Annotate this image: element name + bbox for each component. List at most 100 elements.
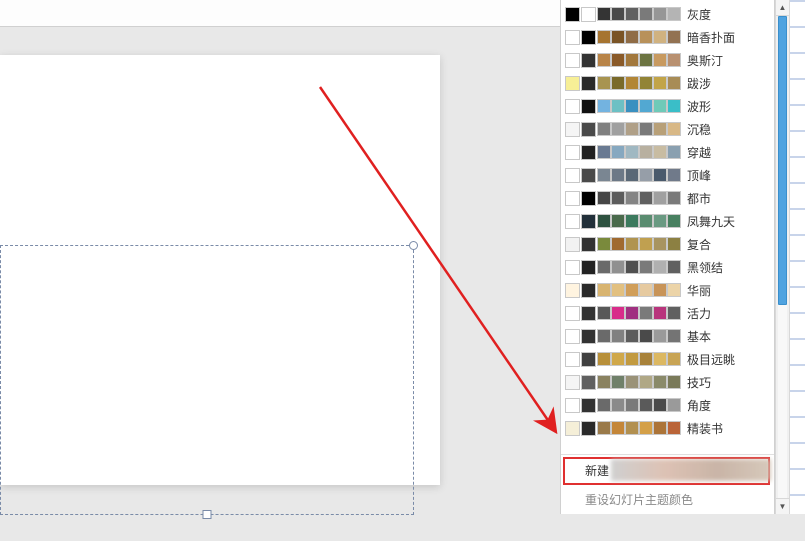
theme-label: 顶峰 (687, 167, 711, 184)
color-swatch (581, 283, 596, 298)
theme-row[interactable]: 基本 (565, 326, 770, 347)
theme-row[interactable]: 都市 (565, 188, 770, 209)
scroll-track[interactable] (778, 16, 787, 498)
theme-row[interactable]: 灰度 (565, 4, 770, 25)
color-swatch (667, 214, 681, 228)
color-swatch (667, 145, 681, 159)
theme-label: 波形 (687, 98, 711, 115)
color-swatch (667, 122, 681, 136)
theme-row[interactable]: 角度 (565, 395, 770, 416)
color-swatch (565, 76, 580, 91)
theme-row[interactable]: 精装书 (565, 418, 770, 439)
color-swatch (625, 53, 639, 67)
theme-row[interactable]: 顶峰 (565, 165, 770, 186)
color-swatch (639, 352, 653, 366)
color-swatch (565, 191, 580, 206)
color-swatch (653, 306, 667, 320)
color-swatch (597, 214, 611, 228)
theme-label: 穿越 (687, 144, 711, 161)
theme-row[interactable]: 华丽 (565, 280, 770, 301)
color-swatch (667, 30, 681, 44)
color-swatch (597, 7, 611, 21)
color-swatch (667, 237, 681, 251)
swatch-group (565, 30, 681, 45)
color-swatch (653, 214, 667, 228)
color-swatch (667, 306, 681, 320)
theme-row[interactable]: 穿越 (565, 142, 770, 163)
swatch-group (565, 306, 681, 321)
color-swatch (653, 122, 667, 136)
resize-handle-top-right[interactable] (409, 241, 418, 250)
color-swatch (639, 306, 653, 320)
color-swatch (581, 122, 596, 137)
color-swatch (667, 7, 681, 21)
color-swatch (625, 421, 639, 435)
theme-row[interactable]: 跋涉 (565, 73, 770, 94)
scroll-down-arrow[interactable]: ▼ (776, 498, 789, 514)
color-swatch (667, 375, 681, 389)
theme-row[interactable]: 沉稳 (565, 119, 770, 140)
theme-row[interactable]: 活力 (565, 303, 770, 324)
scroll-up-arrow[interactable]: ▲ (776, 0, 789, 16)
theme-row[interactable]: 波形 (565, 96, 770, 117)
color-swatch (611, 168, 625, 182)
theme-row[interactable]: 黑领结 (565, 257, 770, 278)
theme-row[interactable]: 暗香扑面 (565, 27, 770, 48)
scroll-thumb[interactable] (778, 16, 787, 305)
color-swatch (597, 76, 611, 90)
content-placeholder[interactable] (0, 245, 414, 515)
theme-row[interactable]: 凤舞九天 (565, 211, 770, 232)
color-swatch (639, 375, 653, 389)
color-swatch (597, 168, 611, 182)
color-swatch (639, 53, 653, 67)
theme-row[interactable]: 奥斯汀 (565, 50, 770, 71)
theme-label: 活力 (687, 305, 711, 322)
color-swatch (653, 145, 667, 159)
color-swatch (639, 145, 653, 159)
vertical-scrollbar[interactable]: ▲ ▼ (775, 0, 790, 514)
swatch-group (565, 237, 681, 252)
color-swatch (653, 237, 667, 251)
new-theme-label[interactable]: 新建 (585, 462, 609, 479)
color-swatch (597, 99, 611, 113)
color-swatch (653, 260, 667, 274)
color-swatch (597, 237, 611, 251)
color-swatch (565, 214, 580, 229)
color-swatch (597, 352, 611, 366)
color-swatch (611, 99, 625, 113)
color-swatch (565, 237, 580, 252)
theme-row[interactable]: 复合 (565, 234, 770, 255)
color-swatch (581, 306, 596, 321)
color-swatch (625, 283, 639, 297)
theme-label: 精装书 (687, 420, 723, 437)
color-swatch (625, 329, 639, 343)
color-swatch (667, 260, 681, 274)
theme-row[interactable]: 技巧 (565, 372, 770, 393)
color-swatch (639, 398, 653, 412)
color-swatch (565, 352, 580, 367)
theme-row[interactable]: 极目远眺 (565, 349, 770, 370)
color-swatch (581, 352, 596, 367)
color-swatch (639, 283, 653, 297)
color-swatch (611, 398, 625, 412)
theme-label: 灰度 (687, 6, 711, 23)
color-swatch (581, 7, 596, 22)
color-swatch (581, 237, 596, 252)
color-swatch (639, 76, 653, 90)
color-swatch (565, 260, 580, 275)
color-swatch (653, 375, 667, 389)
reset-theme-label[interactable]: 重设幻灯片主题颜色 (585, 491, 693, 508)
color-swatch (611, 76, 625, 90)
color-swatch (653, 352, 667, 366)
color-swatch (565, 168, 580, 183)
slide-canvas[interactable] (0, 55, 440, 485)
resize-handle-bottom[interactable] (203, 510, 212, 519)
color-swatch (597, 53, 611, 67)
color-swatch (639, 7, 653, 21)
color-swatch (667, 329, 681, 343)
color-swatch (653, 191, 667, 205)
color-swatch (581, 260, 596, 275)
color-swatch (611, 237, 625, 251)
theme-label: 复合 (687, 236, 711, 253)
color-swatch (565, 53, 580, 68)
